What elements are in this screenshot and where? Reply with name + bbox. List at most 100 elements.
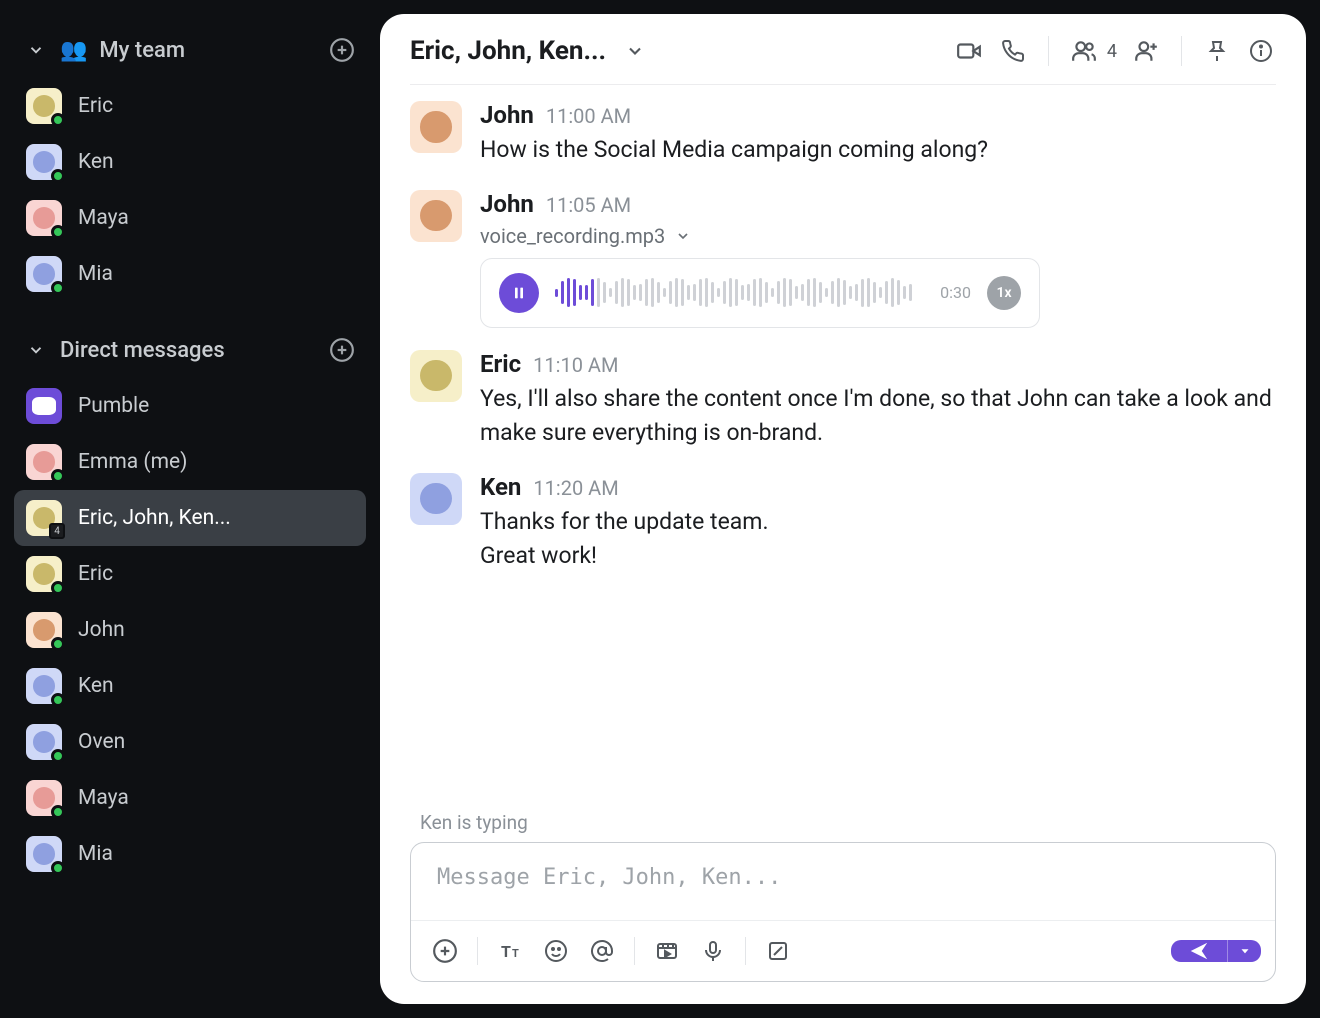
dm-name: Oven	[78, 730, 125, 754]
video-clip-button[interactable]	[647, 931, 687, 971]
dm-name: Eric	[78, 562, 113, 586]
attachment-header[interactable]: voice_recording.mp3	[480, 224, 1276, 248]
dm-name: Emma (me)	[78, 450, 187, 474]
message-list: John 11:00 AM How is the Social Media camp…	[380, 85, 1306, 811]
message-time: 11:10 AM	[533, 353, 618, 377]
dm-section-header[interactable]: Direct messages	[14, 328, 366, 372]
dm-name: Eric, John, Ken...	[78, 506, 231, 530]
chat-title[interactable]: Eric, John, Ken...	[410, 36, 606, 66]
message-composer: TT	[410, 842, 1276, 982]
waveform[interactable]	[555, 276, 924, 310]
presence-indicator	[51, 469, 65, 483]
dm-item[interactable]: Mia	[14, 826, 366, 882]
presence-indicator	[51, 581, 65, 595]
emoji-button[interactable]	[536, 931, 576, 971]
add-team-member-button[interactable]	[328, 36, 356, 64]
send-button-group	[1171, 940, 1261, 962]
dm-section-label: Direct messages	[60, 338, 225, 363]
message-author: John	[480, 190, 534, 218]
attachment-filename: voice_recording.mp3	[480, 224, 665, 248]
send-options-button[interactable]	[1227, 940, 1261, 962]
dm-item[interactable]: Eric	[14, 546, 366, 602]
avatar	[410, 350, 462, 402]
dm-item[interactable]: John	[14, 602, 366, 658]
team-member-item[interactable]: Maya	[14, 190, 366, 246]
message-text: Yes, I'll also share the content once I'…	[480, 382, 1276, 451]
presence-indicator	[51, 693, 65, 707]
avatar	[26, 388, 62, 424]
dm-item[interactable]: Ken	[14, 658, 366, 714]
presence-indicator	[51, 225, 65, 239]
presence-indicator	[51, 281, 65, 295]
team-member-item[interactable]: Ken	[14, 134, 366, 190]
team-member-name: Ken	[78, 150, 114, 174]
send-button[interactable]	[1171, 940, 1227, 962]
dm-item[interactable]: Emma (me)	[14, 434, 366, 490]
presence-indicator	[51, 749, 65, 763]
presence-indicator	[51, 637, 65, 651]
team-section-label: My team	[99, 38, 185, 63]
message: John 11:05 AM voice_recording.mp3 0:30 1x	[410, 190, 1276, 328]
team-section-header[interactable]: 👥 My team	[14, 28, 366, 72]
members-icon[interactable]	[1069, 36, 1099, 66]
dm-list: Pumble Emma (me) 4 Eric, John, Ken... Eric Jo…	[14, 378, 366, 882]
presence-indicator	[51, 169, 65, 183]
team-member-item[interactable]: Eric	[14, 78, 366, 134]
audio-duration: 0:30	[940, 283, 971, 302]
message-input[interactable]	[411, 843, 1275, 920]
presence-indicator	[51, 861, 65, 875]
group-count-badge: 4	[49, 523, 65, 539]
shortcuts-button[interactable]	[758, 931, 798, 971]
playback-speed-button[interactable]: 1x	[987, 276, 1021, 310]
avatar	[410, 190, 462, 242]
avatar	[410, 473, 462, 525]
message: Ken11:20 AMThanks for the update team.Gr…	[410, 473, 1276, 574]
dm-name: Maya	[78, 786, 129, 810]
avatar	[410, 101, 462, 153]
team-member-list: Eric Ken Maya Mia	[14, 78, 366, 302]
dm-name: Mia	[78, 842, 113, 866]
chevron-down-icon[interactable]	[620, 36, 650, 66]
video-call-icon[interactable]	[954, 36, 984, 66]
dm-item[interactable]: Pumble	[14, 378, 366, 434]
pin-icon[interactable]	[1202, 36, 1232, 66]
team-member-name: Maya	[78, 206, 129, 230]
dm-item[interactable]: Oven	[14, 714, 366, 770]
dm-name: Pumble	[78, 394, 149, 418]
chat-panel: Eric, John, Ken... 4 John 11:00 AM How is …	[380, 14, 1306, 1004]
composer-toolbar: TT	[411, 920, 1275, 981]
voice-player: 0:30 1x	[480, 258, 1040, 328]
people-icon: 👥	[60, 38, 87, 63]
dm-item[interactable]: 4 Eric, John, Ken...	[14, 490, 366, 546]
svg-text:T: T	[512, 947, 519, 960]
dm-item[interactable]: Maya	[14, 770, 366, 826]
message: Eric11:10 AMYes, I'll also share the con…	[410, 350, 1276, 451]
message-author: Ken	[480, 473, 521, 501]
dm-name: John	[78, 618, 125, 642]
message-time: 11:00 AM	[546, 104, 631, 128]
microphone-button[interactable]	[693, 931, 733, 971]
sidebar: 👥 My team Eric Ken Maya Mia Direct messages…	[0, 0, 380, 1018]
message-author: John	[480, 101, 534, 129]
message-time: 11:05 AM	[546, 193, 631, 217]
mention-button[interactable]	[582, 931, 622, 971]
message-text: How is the Social Media campaign coming …	[480, 133, 1276, 168]
phone-call-icon[interactable]	[998, 36, 1028, 66]
pause-button[interactable]	[499, 273, 539, 313]
dm-name: Ken	[78, 674, 114, 698]
chevron-down-icon	[24, 338, 48, 362]
message: John 11:00 AM How is the Social Media camp…	[410, 101, 1276, 168]
chat-header: Eric, John, Ken... 4	[380, 14, 1306, 84]
add-member-icon[interactable]	[1131, 36, 1161, 66]
member-count: 4	[1107, 41, 1117, 62]
svg-text:T: T	[501, 942, 511, 961]
info-icon[interactable]	[1246, 36, 1276, 66]
chevron-down-icon	[675, 228, 691, 244]
new-dm-button[interactable]	[328, 336, 356, 364]
message-time: 11:20 AM	[533, 476, 618, 500]
chevron-down-icon	[24, 38, 48, 62]
attach-button[interactable]	[425, 931, 465, 971]
presence-indicator	[51, 805, 65, 819]
team-member-item[interactable]: Mia	[14, 246, 366, 302]
formatting-button[interactable]: TT	[490, 931, 530, 971]
